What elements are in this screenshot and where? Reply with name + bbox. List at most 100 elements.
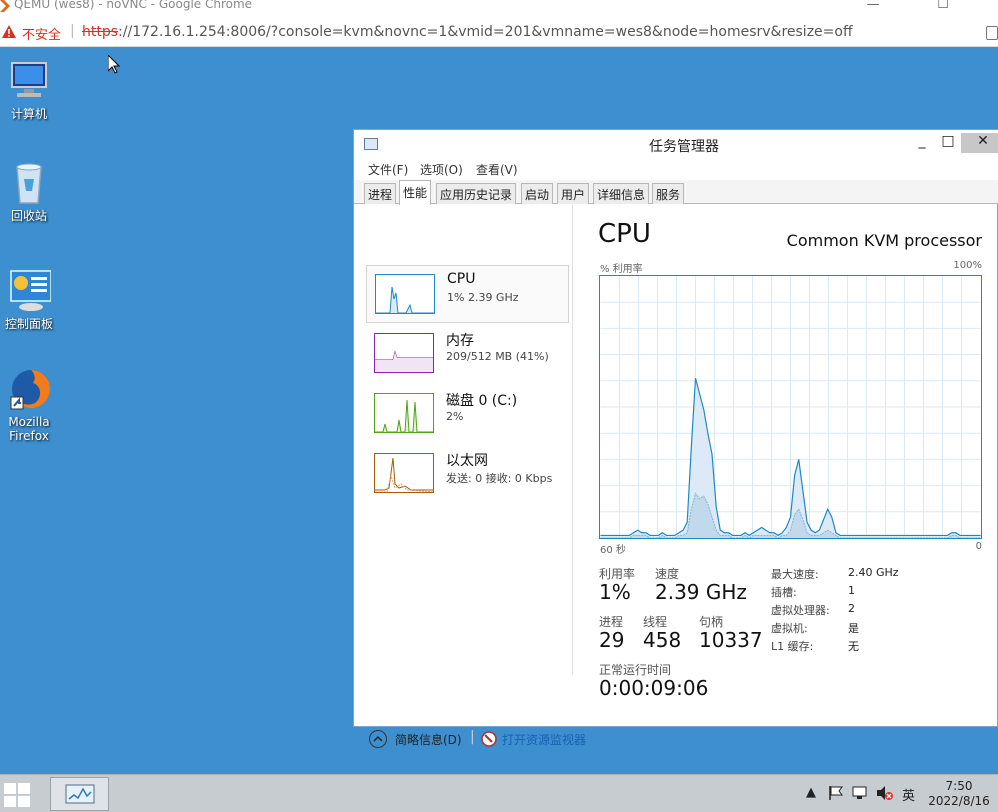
- tab-users[interactable]: 用户: [557, 183, 590, 204]
- desktop-icon-label: Mozilla Firefox: [8, 415, 50, 443]
- tab-startup[interactable]: 启动: [521, 183, 554, 204]
- tab-details[interactable]: 详细信息: [593, 183, 650, 204]
- task-manager-window: 任务管理器 _ □ ✕ 文件(F) 选项(O) 查看(V) 进程 性能 应用历史…: [353, 129, 998, 748]
- firefox-icon: [10, 369, 51, 410]
- warning-icon[interactable]: [2, 25, 16, 38]
- spec-value: 1: [848, 584, 855, 597]
- resource-summary: 发送: 0 接收: 0 Kbps: [446, 472, 553, 485]
- url-rest: ://172.16.1.254:8006/?console=kvm&novnc=…: [118, 24, 853, 40]
- open-resource-monitor-link[interactable]: 打开资源监视器: [502, 731, 586, 748]
- computer-icon: [11, 62, 47, 97]
- network-icon[interactable]: [852, 785, 868, 801]
- utilization-value: 1%: [599, 580, 631, 604]
- input-language-indicator[interactable]: 英: [902, 785, 915, 804]
- y-axis-label: % 利用率: [600, 264, 643, 275]
- taskbar: ▲ 英 7:50 2022/8/16: [0, 774, 998, 812]
- desktop-icon-label: 控制面板: [4, 317, 53, 331]
- task-manager-icon: [65, 784, 95, 804]
- spec-value: 2.40 GHz: [848, 566, 899, 579]
- handles-value: 10337: [699, 628, 763, 652]
- x-axis-right: 0: [975, 541, 982, 552]
- task-manager-footer: 简略信息(D) | 打开资源监视器: [354, 726, 998, 756]
- resource-name: 以太网: [446, 453, 488, 469]
- not-secure-label[interactable]: 不安全: [22, 24, 61, 43]
- action-center-flag-icon[interactable]: [828, 785, 844, 801]
- desktop-icon-control-panel[interactable]: 控制面板: [0, 269, 58, 331]
- spec-label: 插槽:: [771, 586, 797, 599]
- threads-value: 458: [643, 628, 682, 652]
- menu-file[interactable]: 文件(F): [368, 161, 408, 178]
- processor-name: Common KVM processor: [786, 231, 982, 250]
- resource-name: CPU: [447, 271, 476, 287]
- resource-ethernet[interactable]: 以太网 发送: 0 接收: 0 Kbps: [366, 445, 569, 503]
- tab-app-history[interactable]: 应用历史记录: [436, 183, 517, 204]
- clock-time: 7:50: [945, 779, 973, 793]
- tray-expand-icon[interactable]: ▲: [806, 785, 816, 800]
- disk-thumbnail: [374, 393, 434, 433]
- task-manager-title-bar[interactable]: 任务管理器 _ □ ✕: [354, 130, 998, 158]
- desktop-icon-label: 计算机: [10, 107, 47, 121]
- tab-bar: 进程 性能 应用历史记录 启动 用户 详细信息 服务: [354, 180, 998, 205]
- start-button-windows-icon[interactable]: [0, 779, 34, 811]
- minimize-button[interactable]: _: [909, 133, 935, 153]
- memory-thumbnail: [374, 333, 434, 373]
- uptime-value: 0:00:09:06: [599, 676, 709, 700]
- x-axis-left: 60 秒: [600, 545, 626, 556]
- spec-value: 2: [848, 602, 855, 615]
- page-icon[interactable]: [986, 26, 998, 40]
- resource-list: CPU 1% 2.39 GHz 内存 209/512 MB (41%) 磁盘 0…: [354, 205, 572, 680]
- task-manager-title: 任务管理器: [649, 139, 719, 155]
- mouse-cursor-icon: [108, 55, 120, 74]
- resource-cpu[interactable]: CPU 1% 2.39 GHz: [366, 265, 569, 323]
- spec-label: 虚拟处理器:: [771, 604, 830, 617]
- volume-muted-icon[interactable]: [876, 785, 894, 801]
- resource-memory[interactable]: 内存 209/512 MB (41%): [366, 325, 569, 383]
- divider: |: [70, 23, 75, 39]
- clock[interactable]: 7:50 2022/8/16: [924, 779, 994, 809]
- resource-disk[interactable]: 磁盘 0 (C:) 2%: [366, 385, 569, 443]
- spec-label: L1 缓存:: [771, 640, 814, 653]
- chevron-up-icon: [373, 735, 383, 742]
- control-panel-icon: [10, 270, 52, 311]
- desktop-icon-computer[interactable]: 计算机: [0, 59, 58, 121]
- maximize-button[interactable]: □: [935, 133, 961, 153]
- ethernet-thumbnail: [374, 453, 434, 493]
- collapse-button[interactable]: [369, 730, 387, 748]
- detail-title: CPU: [598, 219, 651, 249]
- cpu-thumbnail: [375, 274, 435, 314]
- resource-name: 磁盘 0 (C:): [446, 393, 518, 409]
- browser-title: QEMU (wes8) - noVNC - Google Chrome: [14, 0, 253, 11]
- tab-performance[interactable]: 性能: [399, 180, 432, 205]
- resource-summary: 1% 2.39 GHz: [447, 291, 519, 304]
- resource-monitor-icon[interactable]: [481, 731, 497, 747]
- tab-processes[interactable]: 进程: [364, 183, 397, 204]
- desktop-icon-recycle-bin[interactable]: 回收站: [0, 161, 58, 223]
- menu-bar: 文件(F) 选项(O) 查看(V): [354, 158, 998, 180]
- resource-summary: 2%: [446, 410, 464, 423]
- address-bar[interactable]: 不安全 | https://172.16.1.254:8006/?console…: [0, 18, 998, 47]
- speed-value: 2.39 GHz: [655, 580, 747, 604]
- processes-value: 29: [599, 628, 625, 652]
- url-text[interactable]: https://172.16.1.254:8006/?console=kvm&n…: [82, 24, 853, 40]
- pane-divider[interactable]: [572, 205, 573, 675]
- close-button[interactable]: ✕: [961, 133, 998, 153]
- browser-title-bar: QEMU (wes8) - noVNC - Google Chrome — ☐: [0, 0, 998, 18]
- recycle-bin-icon: [16, 163, 42, 204]
- cpu-usage-graph: [599, 275, 982, 539]
- fewer-details-link[interactable]: 简略信息(D): [395, 731, 462, 748]
- resource-name: 内存: [446, 333, 474, 349]
- resource-summary: 209/512 MB (41%): [446, 350, 549, 363]
- minimize-button[interactable]: —: [863, 0, 883, 12]
- tab-services[interactable]: 服务: [652, 183, 685, 204]
- menu-options[interactable]: 选项(O): [420, 161, 463, 178]
- spec-label: 虚拟机:: [771, 622, 808, 635]
- desktop-icon-firefox[interactable]: Mozilla Firefox: [0, 367, 58, 443]
- spec-label: 最大速度:: [771, 568, 819, 581]
- taskbar-task-manager[interactable]: [50, 777, 109, 811]
- url-scheme: https: [82, 24, 119, 40]
- maximize-button[interactable]: ☐: [933, 0, 953, 12]
- menu-view[interactable]: 查看(V): [476, 161, 518, 178]
- clock-date: 2022/8/16: [928, 794, 990, 808]
- qemu-logo-icon: [0, 0, 10, 12]
- divider: |: [470, 729, 475, 745]
